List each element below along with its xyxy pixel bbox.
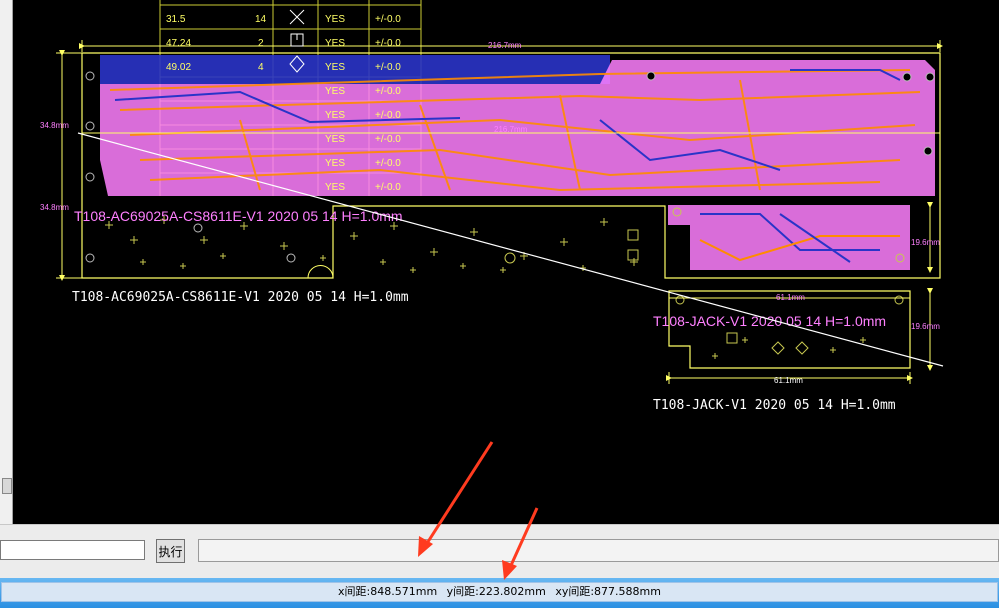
main-board-width-dim: 216.7mm bbox=[488, 41, 522, 50]
main-board-label: T108-AC69025A-CS8611E-V1 2020 05 14 H=1.… bbox=[72, 290, 409, 305]
drill-row-3-count: 4 bbox=[258, 62, 264, 73]
x-distance-readout: x间距:848.571mm bbox=[338, 585, 438, 598]
drill-symbol-x-icon bbox=[289, 9, 305, 25]
left-panel-edge bbox=[0, 0, 13, 524]
execute-button[interactable]: 执行 bbox=[156, 539, 185, 563]
main-board-width-dim-inner: 216.7mm bbox=[494, 125, 528, 134]
drill-row-2-size: 47.24 bbox=[166, 38, 191, 49]
drill-row-3-size: 49.02 bbox=[166, 62, 191, 73]
jack-board-width-dim-top: 61.1mm bbox=[776, 293, 805, 302]
message-field bbox=[198, 539, 999, 562]
jack-board-width-dim: 61.1mm bbox=[774, 376, 803, 385]
drill-row-8-tol: +/-0.0 bbox=[375, 182, 401, 193]
jack-board-silk-label: T108-JACK-V1 2020 05 14 H=1.0mm bbox=[653, 313, 886, 329]
drill-row-4-tol: +/-0.0 bbox=[375, 86, 401, 97]
jack-board-height-dim-top: 19.6mm bbox=[911, 238, 940, 247]
main-board-height-dim-bottom: 34.8mm bbox=[40, 203, 69, 212]
pcb-canvas[interactable]: T108-AC69025A-CS8611E-V1 2020 05 14 H=1.… bbox=[0, 0, 999, 524]
drill-row-1-tol: +/-0.0 bbox=[375, 14, 401, 25]
drill-row-6-tol: +/-0.0 bbox=[375, 134, 401, 145]
main-board-notch bbox=[307, 265, 334, 279]
drill-symbol-square-icon bbox=[290, 33, 304, 47]
drill-row-2-plated: YES bbox=[325, 38, 345, 49]
main-board-height-dim-top: 34.8mm bbox=[40, 121, 69, 130]
drill-row-7-tol: +/-0.0 bbox=[375, 158, 401, 169]
drill-row-5-tol: +/-0.0 bbox=[375, 110, 401, 121]
y-distance-readout: y间距:223.802mm bbox=[446, 585, 546, 598]
drill-row-3-tol: +/-0.0 bbox=[375, 62, 401, 73]
xy-distance-readout: xy间距:877.588mm bbox=[555, 585, 661, 598]
drill-row-6-plated: YES bbox=[325, 134, 345, 145]
drill-row-2-tol: +/-0.0 bbox=[375, 38, 401, 49]
jack-board-height-dim-bottom: 19.6mm bbox=[911, 322, 940, 331]
drill-row-1-size: 31.5 bbox=[166, 14, 186, 25]
main-board-components bbox=[105, 216, 639, 273]
drill-row-4-plated: YES bbox=[325, 86, 345, 97]
command-bar: 执行 bbox=[0, 524, 999, 579]
drill-row-1-plated: YES bbox=[325, 14, 345, 25]
pcb-drawing[interactable]: T108-AC69025A-CS8611E-V1 2020 05 14 H=1.… bbox=[0, 0, 999, 524]
drill-row-2-count: 2 bbox=[258, 38, 264, 49]
status-bar: x间距:848.571mm y间距:223.802mm xy间距:877.588… bbox=[0, 578, 999, 608]
main-board-silk-label: T108-AC69025A-CS8611E-V1 2020 05 14 H=1.… bbox=[74, 208, 403, 224]
drill-row-7-plated: YES bbox=[325, 158, 345, 169]
drill-row-1-count: 14 bbox=[255, 14, 267, 25]
command-input[interactable] bbox=[0, 540, 145, 560]
drill-row-3-plated: YES bbox=[325, 62, 345, 73]
drill-row-8-plated: YES bbox=[325, 182, 345, 193]
jack-board-label: T108-JACK-V1 2020 05 14 H=1.0mm bbox=[653, 398, 896, 413]
status-readout: x间距:848.571mm y间距:223.802mm xy间距:877.588… bbox=[1, 582, 998, 602]
left-scroll-thumb[interactable] bbox=[2, 478, 12, 494]
drill-row-5-plated: YES bbox=[325, 110, 345, 121]
